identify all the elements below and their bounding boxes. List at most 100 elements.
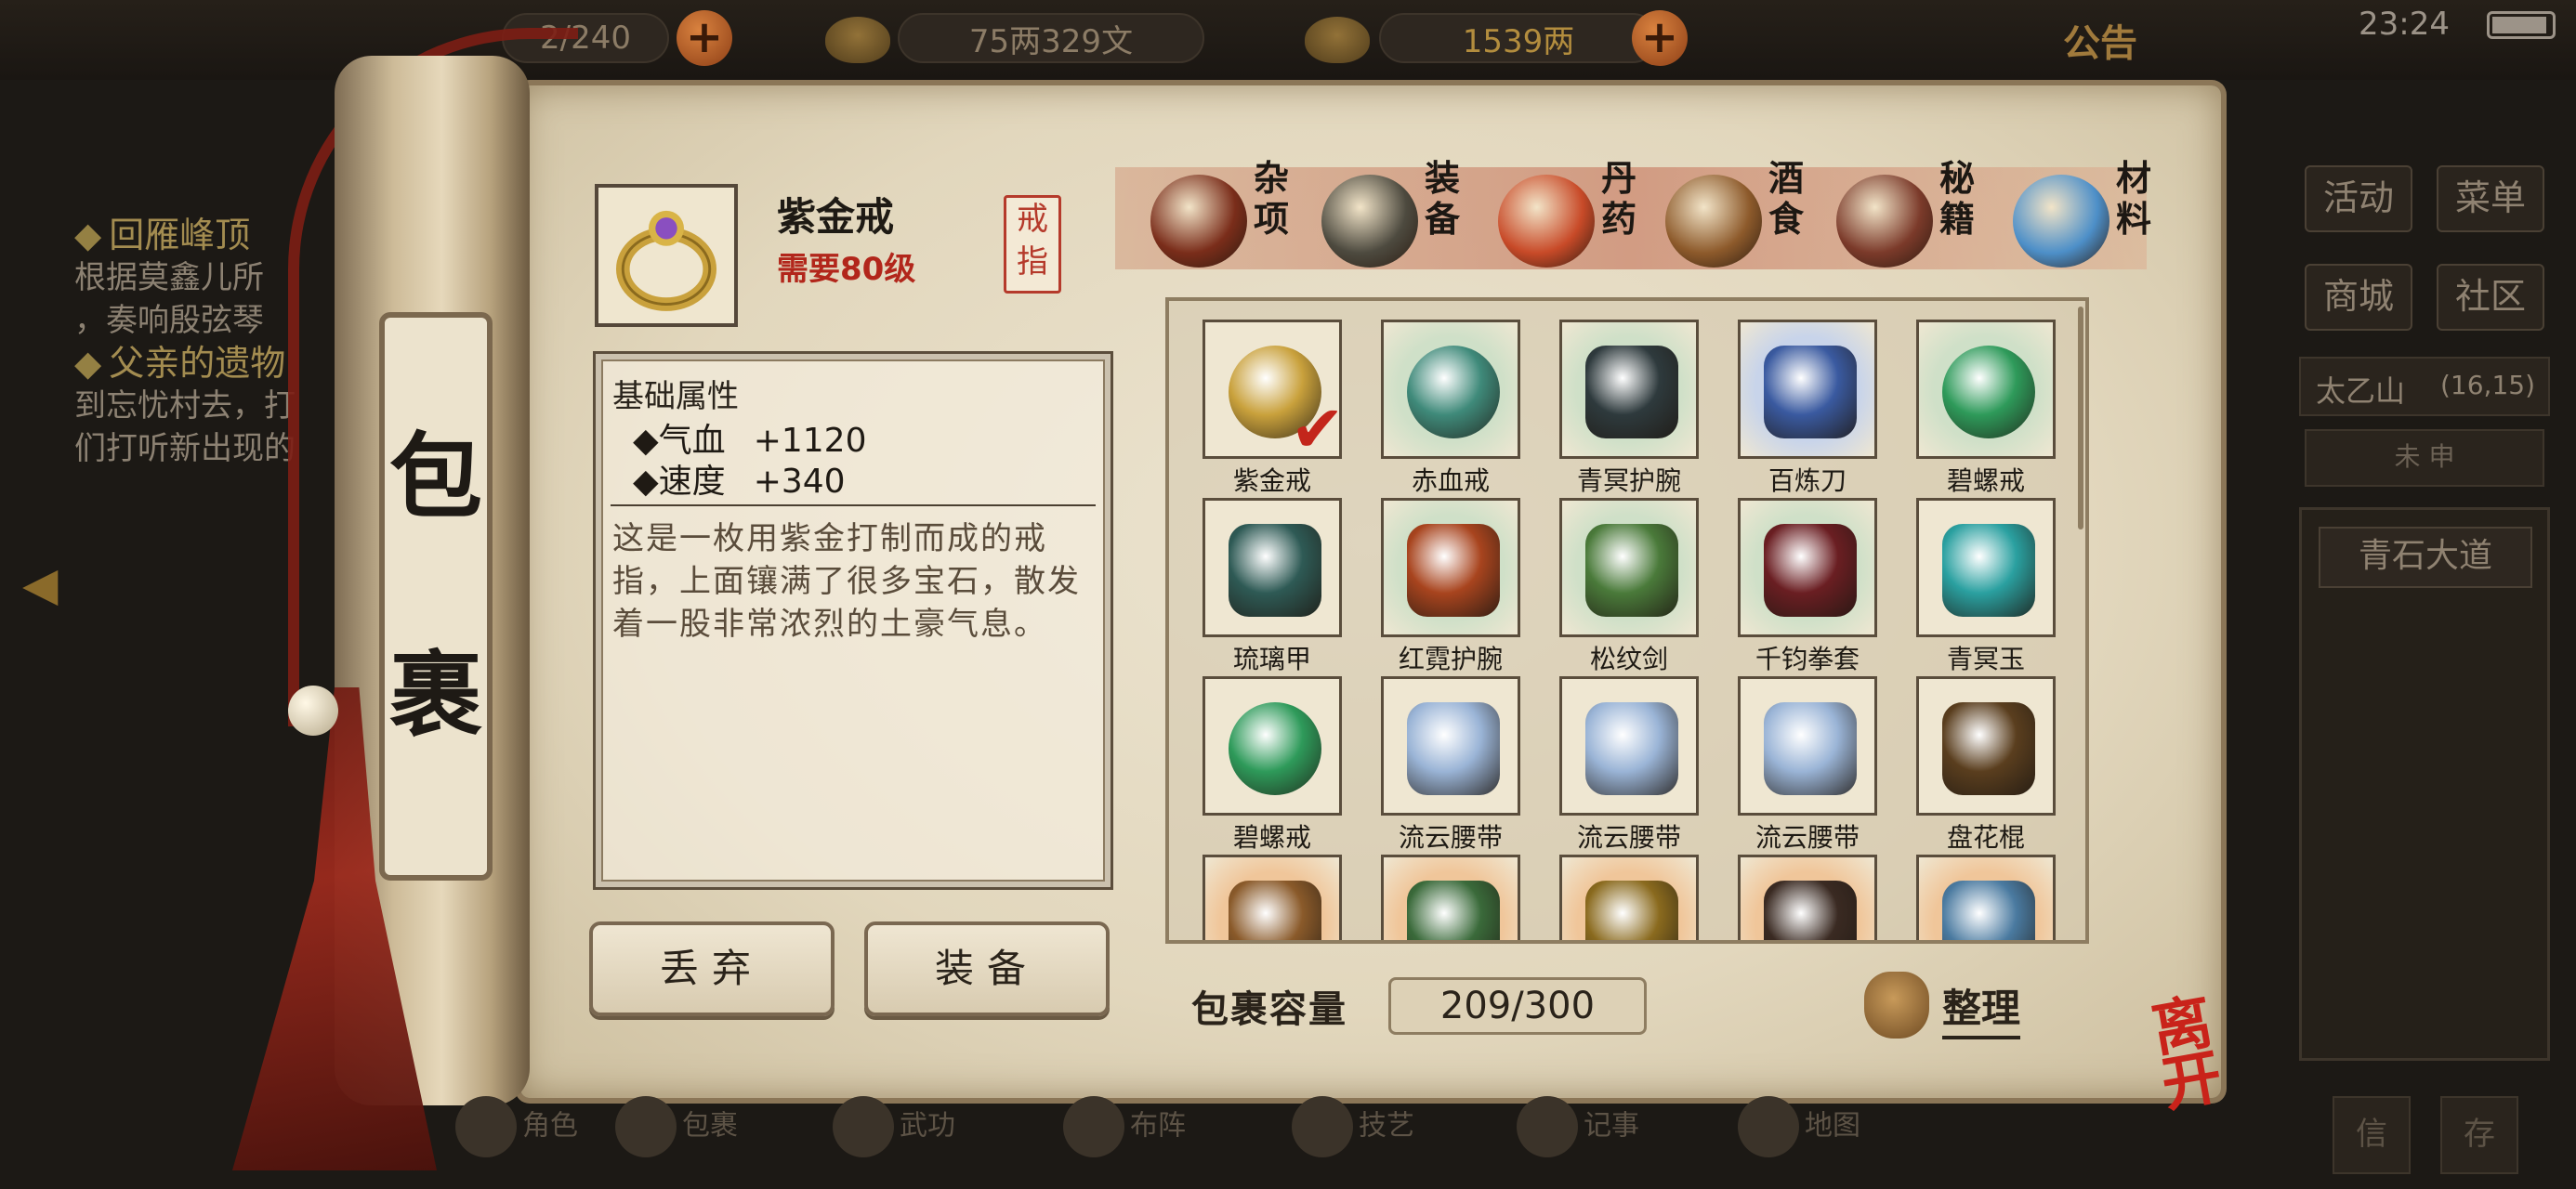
menu-button[interactable]: 菜单 — [2437, 165, 2544, 232]
bottom-nav-item[interactable]: 技艺 — [1292, 1096, 1414, 1170]
nav-icon — [833, 1096, 894, 1157]
leave-button[interactable]: 离开 — [2147, 986, 2280, 1124]
inventory-slot[interactable] — [1916, 855, 2056, 940]
gold-ring-icon — [615, 210, 717, 311]
tab-3[interactable]: 酒食 — [1665, 158, 1833, 279]
tab-label: 秘籍 — [1939, 158, 1975, 240]
item-name-label: 赤血戒 — [1411, 465, 1490, 496]
inventory-slot[interactable] — [1738, 676, 1877, 816]
tassel-bead — [288, 686, 338, 736]
quest-panel[interactable]: ◆ 回雁峰顶 根据莫鑫儿所 ，奏响殷弦琴 ◆ 父亲的遗物 到忘忧村去，打 们打听新出… — [74, 214, 296, 470]
inventory-slot[interactable]: ✔ — [1203, 320, 1345, 462]
bottom-nav-item[interactable]: 武功 — [833, 1096, 955, 1170]
bottom-nav-item[interactable]: 包裹 — [615, 1096, 738, 1170]
shop-button[interactable]: 商城 — [2305, 264, 2412, 331]
staff-icon — [1942, 702, 2035, 795]
quest1-line2: ，奏响殷弦琴 — [74, 302, 264, 339]
inventory-slot[interactable] — [1738, 498, 1877, 637]
nav-label: 包裹 — [682, 1109, 738, 1143]
crystal-icon — [2013, 175, 2109, 268]
item-name-label: 碧螺戒 — [1232, 822, 1311, 853]
inventory-slot[interactable] — [1559, 320, 1699, 459]
equip-button[interactable]: 装备 — [864, 921, 1110, 1016]
inventory-slot[interactable] — [1559, 676, 1699, 816]
attribute-heading: 基础属性 — [612, 378, 739, 415]
nav-label: 布阵 — [1130, 1109, 1186, 1143]
inventory-slot[interactable] — [1916, 676, 2056, 816]
capacity-label: 包裹容量 — [1191, 988, 1347, 1031]
inventory-grid[interactable]: ✔ 紫金戒 赤血戒 青冥护腕 百炼刀 碧螺戒 琉璃甲 红霓护腕 松纹剑 千钧拳套 青冥玉 碧螺戒 流云腰… — [1165, 297, 2089, 944]
money-bag-icon[interactable] — [1864, 972, 1929, 1039]
item-name-label: 琉璃甲 — [1232, 644, 1311, 674]
inventory-slot[interactable] — [1738, 855, 1877, 940]
collapse-left-icon[interactable]: ◀ — [22, 557, 69, 622]
community-button[interactable]: 社区 — [2437, 264, 2544, 331]
discard-button[interactable]: 丢弃 — [589, 921, 835, 1016]
sort-button[interactable]: 整理 — [1942, 977, 2021, 1039]
inventory-title-char1: 包 — [389, 422, 482, 531]
notice-button[interactable]: 公告 — [2063, 13, 2137, 67]
tab-label: 装备 — [1424, 158, 1460, 240]
nav-label: 地图 — [1805, 1109, 1860, 1143]
nav-label: 角色 — [522, 1109, 578, 1143]
inventory-slot[interactable] — [1559, 855, 1699, 940]
tab-label: 杂项 — [1253, 158, 1289, 240]
bottom-nav-item[interactable]: 记事 — [1517, 1096, 1639, 1170]
gold-pill: 1539两 — [1379, 13, 1658, 63]
jade-ring-icon — [1942, 346, 2035, 438]
inventory-slot[interactable] — [1203, 498, 1342, 637]
inventory-slot[interactable] — [1916, 498, 2056, 637]
nav-icon — [455, 1096, 517, 1157]
stat-row-speed: ◆速度 +340 — [633, 454, 846, 503]
quest2-line1: 到忘忧村去，打 — [74, 387, 296, 425]
tab-0[interactable]: 杂项 — [1150, 158, 1318, 279]
battery-level — [2492, 17, 2546, 33]
inventory-slot[interactable] — [1203, 676, 1342, 816]
red-bracer-icon — [1407, 524, 1500, 617]
grid-scrollbar[interactable] — [2078, 307, 2083, 529]
inventory-slot[interactable] — [1559, 498, 1699, 637]
nav-label: 记事 — [1584, 1109, 1639, 1143]
gauntlet-icon — [1764, 524, 1857, 617]
activity-button[interactable]: 活动 — [2305, 165, 2412, 232]
books-icon — [1836, 175, 1933, 268]
inventory-slot[interactable] — [1916, 320, 2056, 459]
gold-ingot-icon — [1305, 17, 1370, 63]
add-bag-button[interactable]: + — [677, 10, 732, 66]
bottom-nav-item[interactable]: 布阵 — [1063, 1096, 1186, 1170]
attribute-divider — [611, 504, 1096, 506]
mail-button[interactable]: 信 — [2333, 1096, 2411, 1174]
minimap-panel[interactable]: 青石大道 — [2299, 507, 2550, 1061]
tab-2[interactable]: 丹药 — [1498, 158, 1665, 279]
inventory-slot[interactable] — [1381, 320, 1520, 459]
inventory-slot[interactable] — [1381, 855, 1520, 940]
silver-icon — [825, 17, 890, 63]
item-name-label: 盘花棍 — [1946, 822, 2025, 853]
location-bar: 太乙山 (16,15) — [2299, 357, 2550, 416]
nav-icon — [1517, 1096, 1578, 1157]
nav-icon — [1738, 1096, 1799, 1157]
pills-icon — [1498, 175, 1595, 268]
inventory-slot[interactable] — [1381, 498, 1520, 637]
quest1-line1: 根据莫鑫儿所 — [74, 259, 264, 296]
jar-icon — [1150, 175, 1247, 268]
selected-item-frame — [595, 184, 738, 327]
equipment-icon — [1321, 175, 1418, 268]
tab-1[interactable]: 装备 — [1321, 158, 1489, 279]
dark-weapon-icon — [1764, 881, 1857, 940]
tab-4[interactable]: 秘籍 — [1836, 158, 2004, 279]
bottom-nav-item[interactable]: 角色 — [455, 1096, 578, 1170]
inventory-slot[interactable] — [1203, 855, 1342, 940]
inventory-title-char2: 裹 — [389, 640, 482, 750]
armor-icon — [1229, 524, 1321, 617]
inventory-slot[interactable] — [1381, 676, 1520, 816]
tab-5[interactable]: 材料 — [2013, 158, 2180, 279]
bottom-nav-item[interactable]: 地图 — [1738, 1096, 1860, 1170]
bronze-armor-icon — [1229, 881, 1321, 940]
item-name-label: 松纹剑 — [1589, 644, 1668, 674]
add-gold-button[interactable]: + — [1632, 10, 1688, 66]
axe-icon — [1942, 881, 2035, 940]
gold-text: 1539两 — [1462, 22, 1575, 60]
inventory-slot[interactable] — [1738, 320, 1877, 459]
save-button[interactable]: 存 — [2440, 1096, 2518, 1174]
